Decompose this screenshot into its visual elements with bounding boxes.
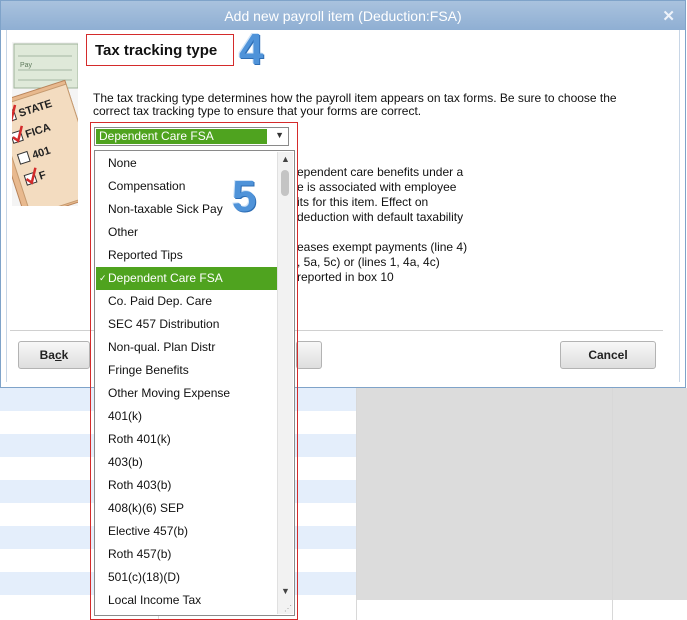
scroll-down-icon[interactable]: ▼	[281, 586, 290, 596]
select-value: Dependent Care FSA	[96, 129, 267, 144]
close-icon[interactable]: ✕	[662, 7, 675, 25]
scroll-thumb[interactable]	[281, 170, 289, 196]
dialog-title: Add new payroll item (Deduction:FSA)	[224, 8, 462, 24]
list-item[interactable]: 408(k)(6) SEP	[96, 497, 277, 520]
explanation-line: ependent care benefits under a	[297, 165, 464, 179]
list-item[interactable]: Roth 457(b)	[96, 543, 277, 566]
checkmark-icon: ✓	[99, 273, 107, 283]
step-4-annotation: 4	[239, 25, 264, 74]
scroll-up-icon[interactable]: ▲	[281, 154, 290, 164]
list-item[interactable]: 501(c)(18)(D)	[96, 566, 277, 589]
dropdown-scrollbar[interactable]: ▲ ▼	[277, 152, 293, 614]
explanation-line: , 5a, 5c) or (lines 1, 4a, 4c)	[297, 255, 440, 269]
bg-column-line	[356, 388, 357, 620]
tax-tracking-type-select[interactable]: Dependent Care FSA ▼	[94, 127, 289, 146]
back-button[interactable]: Back	[18, 341, 90, 369]
list-item[interactable]: SEC 457 Distribution	[96, 313, 277, 336]
dialog-titlebar: Add new payroll item (Deduction:FSA) ✕	[1, 1, 685, 30]
explanation-line: deduction with default taxability	[297, 210, 464, 224]
list-item[interactable]: Roth 403(b)	[96, 474, 277, 497]
explanation-line: eases exempt payments (line 4)	[297, 240, 468, 254]
heading-highlight: Tax tracking type	[86, 34, 234, 66]
list-item[interactable]: Roth 401(k)	[96, 428, 277, 451]
list-item[interactable]: Local Income Tax	[96, 589, 277, 612]
tax-forms-illustration: Pay STATE FICA 401 F	[12, 42, 78, 206]
list-item[interactable]: Other Moving Expense	[96, 382, 277, 405]
explanation-line: e is associated with employee	[297, 180, 457, 194]
explanation-line: its for this item. Effect on	[297, 195, 429, 209]
resize-grip-icon[interactable]: ⋰	[284, 604, 292, 613]
bg-column-line	[612, 388, 613, 620]
list-item-selected[interactable]: ✓ Dependent Care FSA	[96, 267, 277, 290]
section-heading: Tax tracking type	[95, 42, 218, 59]
next-button[interactable]	[296, 341, 322, 369]
tax-tracking-type-list[interactable]: None Compensation Non-taxable Sick Pay O…	[94, 150, 295, 616]
step-5-annotation: 5	[232, 172, 257, 221]
list-item[interactable]: Elective 457(b)	[96, 520, 277, 543]
explanation-line	[297, 225, 497, 240]
tracking-type-explanation: ependent care benefits under a e is asso…	[297, 165, 497, 285]
chevron-down-icon[interactable]: ▼	[275, 130, 284, 140]
list-item[interactable]: Reported Tips	[96, 244, 277, 267]
list-item[interactable]: Other	[96, 221, 277, 244]
list-item[interactable]: Fringe Benefits	[96, 359, 277, 382]
back-button-label: Back	[39, 348, 69, 362]
background-panel	[356, 388, 687, 600]
section-description: The tax tracking type determines how the…	[93, 91, 617, 118]
pay-label: Pay	[20, 62, 33, 69]
list-item[interactable]: Co. Paid Dep. Care	[96, 290, 277, 313]
tax-forms-illustration-graphic: Pay STATE FICA 401 F	[12, 42, 78, 206]
cancel-button[interactable]: Cancel	[560, 341, 656, 369]
list-item[interactable]: 401(k)	[96, 405, 277, 428]
explanation-line: reported in box 10	[297, 270, 394, 284]
list-item[interactable]: Non-qual. Plan Distr	[96, 336, 277, 359]
list-item[interactable]: 403(b)	[96, 451, 277, 474]
